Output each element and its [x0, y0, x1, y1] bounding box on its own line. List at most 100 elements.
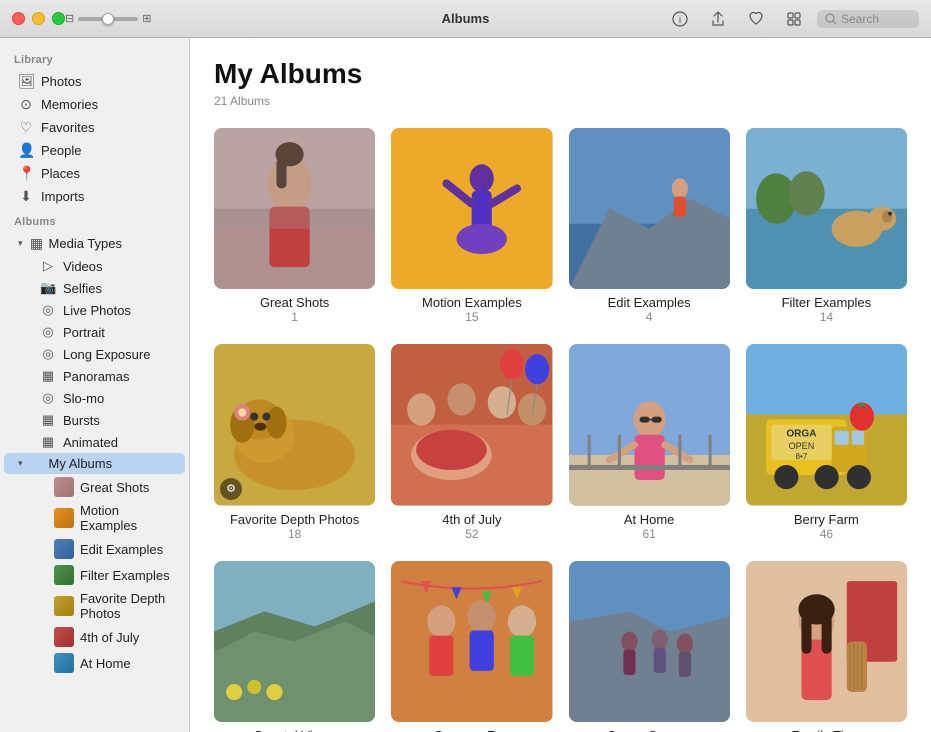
sidebar-album-at-home[interactable]: At Home	[4, 650, 185, 676]
album-card-at-home[interactable]: At Home 61	[569, 344, 730, 540]
album-card-4th-of-july[interactable]: 4th of July 52	[391, 344, 552, 540]
album-card-family[interactable]: Family Time 28	[746, 561, 907, 732]
people-icon: 👤	[18, 142, 34, 159]
album-card-coastal[interactable]: Coastal Views 23	[214, 561, 375, 732]
sidebar-panoramas-label: Panoramas	[63, 369, 129, 384]
album-card-edit-examples[interactable]: Edit Examples 4	[569, 128, 730, 324]
motion-examples-count: 15	[465, 310, 478, 324]
at-home-thumb-large	[569, 344, 730, 505]
sidebar-selfies-label: Selfies	[63, 281, 102, 296]
sidebar-item-places[interactable]: 📍 Places	[4, 162, 185, 185]
sidebar-places-label: Places	[41, 166, 80, 181]
bursts-icon: ▦	[40, 412, 56, 428]
favorite-depth-count: 18	[288, 527, 301, 541]
sidebar-item-selfies[interactable]: 📷 Selfies	[4, 277, 185, 299]
berry-farm-count: 46	[820, 527, 833, 541]
album-card-great-shots[interactable]: Great Shots 1	[214, 128, 375, 324]
album-card-motion-examples[interactable]: Motion Examples 15	[391, 128, 552, 324]
sidebar-item-live-photos[interactable]: ◎ Live Photos	[4, 299, 185, 321]
album-card-filter-examples[interactable]: Filter Examples 14	[746, 128, 907, 324]
window-title: Albums	[442, 11, 490, 26]
sidebar-item-videos[interactable]: ▷ Videos	[4, 255, 185, 277]
edit-examples-name: Edit Examples	[608, 295, 691, 310]
great-shots-thumb-large	[214, 128, 375, 289]
export-button[interactable]	[779, 8, 809, 30]
great-shots-name: Great Shots	[260, 295, 329, 310]
favorite-depth-name: Favorite Depth Photos	[230, 512, 359, 527]
portrait-icon: ◎	[40, 324, 56, 340]
search-icon	[825, 13, 837, 25]
sidebar-people-label: People	[41, 143, 81, 158]
4th-of-july-thumb	[54, 627, 74, 647]
sidebar-filter-examples-label: Filter Examples	[80, 568, 170, 583]
panoramas-icon: ▦	[40, 368, 56, 384]
titlebar-controls: i	[665, 8, 919, 30]
great-shots-thumb	[54, 477, 74, 497]
sidebar-4th-of-july-label: 4th of July	[80, 630, 139, 645]
minimize-button[interactable]	[32, 12, 45, 25]
sidebar-long-exposure-label: Long Exposure	[63, 347, 150, 362]
motion-examples-thumb-large	[391, 128, 552, 289]
sidebar-item-animated[interactable]: ▦ Animated	[4, 431, 185, 453]
sidebar-favorites-label: Favorites	[41, 120, 94, 135]
sidebar-album-edit-examples[interactable]: Edit Examples	[4, 536, 185, 562]
sidebar-my-albums-group[interactable]: ▾ My Albums	[4, 453, 185, 474]
sidebar-album-motion-examples[interactable]: Motion Examples	[4, 500, 185, 536]
zoom-slider[interactable]: ⊟ ⊞	[65, 12, 151, 25]
sidebar-item-bursts[interactable]: ▦ Bursts	[4, 409, 185, 431]
search-input[interactable]	[841, 12, 911, 26]
sidebar-item-memories[interactable]: ⊙ Memories	[4, 93, 185, 116]
summer-thumb-large	[391, 561, 552, 722]
motion-examples-name: Motion Examples	[422, 295, 522, 310]
selfies-icon: 📷	[40, 280, 56, 296]
share-button[interactable]	[703, 8, 733, 30]
sidebar-videos-label: Videos	[63, 259, 103, 274]
favorites-icon: ♡	[18, 119, 34, 136]
slo-mo-icon: ◎	[40, 390, 56, 406]
titlebar: ⊟ ⊞ Albums i	[0, 0, 931, 38]
4th-of-july-name: 4th of July	[442, 512, 501, 527]
search-bar[interactable]	[817, 10, 919, 28]
sidebar-album-great-shots[interactable]: Great Shots	[4, 474, 185, 500]
sidebar-portrait-label: Portrait	[63, 325, 105, 340]
media-types-label: Media Types	[49, 236, 122, 251]
sidebar-item-imports[interactable]: ⬇ Imports	[4, 185, 185, 208]
sidebar-item-people[interactable]: 👤 People	[4, 139, 185, 162]
sidebar-slo-mo-label: Slo-mo	[63, 391, 104, 406]
album-card-favorite-depth[interactable]: ⚙ Favorite Depth Photos 18	[214, 344, 375, 540]
album-card-summer[interactable]: Summer Fun 34	[391, 561, 552, 732]
album-card-ocean[interactable]: Ocean Scenes 17	[569, 561, 730, 732]
sidebar-memories-label: Memories	[41, 97, 98, 112]
info-button[interactable]: i	[665, 8, 695, 30]
coastal-name: Coastal Views	[254, 728, 336, 732]
motion-examples-thumb	[54, 508, 74, 528]
favorite-button[interactable]	[741, 8, 771, 30]
sidebar-album-filter-examples[interactable]: Filter Examples	[4, 562, 185, 588]
sidebar-item-panoramas[interactable]: ▦ Panoramas	[4, 365, 185, 387]
page-title: My Albums	[214, 58, 907, 90]
sidebar-album-favorite-depth[interactable]: Favorite Depth Photos	[4, 588, 185, 624]
sidebar-imports-label: Imports	[41, 189, 84, 204]
sidebar-item-long-exposure[interactable]: ◎ Long Exposure	[4, 343, 185, 365]
edit-examples-thumb-large	[569, 128, 730, 289]
at-home-name: At Home	[624, 512, 675, 527]
sidebar-item-slo-mo[interactable]: ◎ Slo-mo	[4, 387, 185, 409]
filter-examples-thumb	[54, 565, 74, 585]
sidebar-item-photos[interactable]: 🖼 Photos	[4, 70, 185, 93]
sidebar-media-types-group[interactable]: ▾ ▦ Media Types	[4, 232, 185, 255]
albums-section-label: Albums	[0, 208, 189, 232]
sidebar-album-4th-of-july[interactable]: 4th of July	[4, 624, 185, 650]
ocean-name: Ocean Scenes	[606, 728, 691, 732]
long-exposure-icon: ◎	[40, 346, 56, 362]
berry-farm-name: Berry Farm	[794, 512, 859, 527]
imports-icon: ⬇	[18, 188, 34, 205]
filter-examples-count: 14	[820, 310, 833, 324]
sidebar-item-portrait[interactable]: ◎ Portrait	[4, 321, 185, 343]
sidebar-item-favorites[interactable]: ♡ Favorites	[4, 116, 185, 139]
family-name: Family Time	[791, 728, 861, 732]
close-button[interactable]	[12, 12, 25, 25]
photos-icon: 🖼	[18, 73, 34, 90]
maximize-button[interactable]	[52, 12, 65, 25]
depth-badge: ⚙	[220, 478, 242, 500]
album-card-berry-farm[interactable]: ORGA OPEN 8•7 Berry Farm 46	[746, 344, 907, 540]
